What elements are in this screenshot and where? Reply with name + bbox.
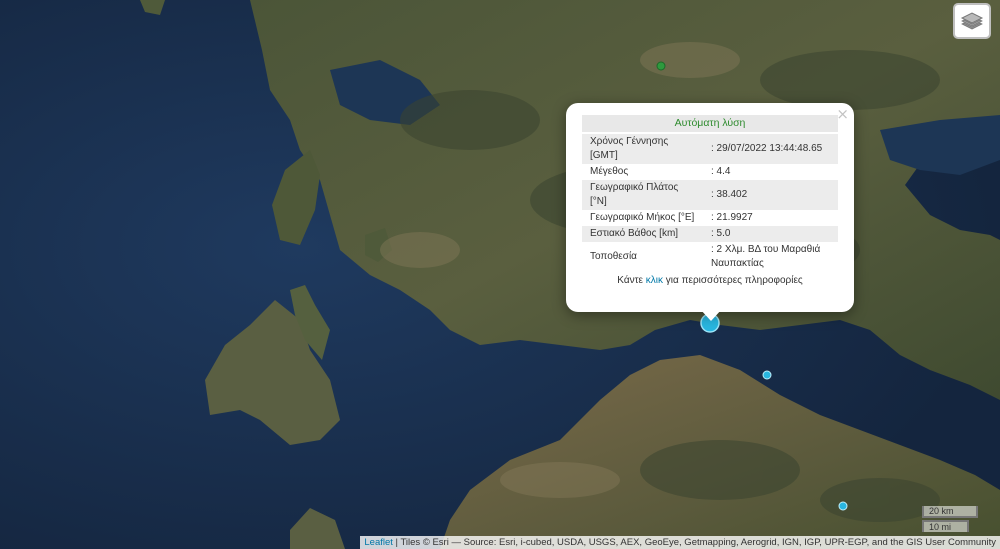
detail-value: : 2 Χλμ. ΒΔ του Μαραθιά Ναυπακτίας [711, 244, 821, 269]
detail-value: : 5.0 [703, 226, 838, 242]
detail-value: : 4.4 [711, 166, 731, 177]
leaflet-link[interactable]: Leaflet [364, 537, 393, 548]
detail-value: : 29/07/2022 13:44:48.65 [703, 134, 838, 164]
attribution-text: | Tiles © Esri — Source: Esri, i-cubed, … [392, 537, 996, 548]
event-details-table: Χρόνος Γέννησης [GMT] : 29/07/2022 13:44… [582, 134, 838, 272]
more-info-prefix: Κάντε [617, 275, 646, 286]
close-icon[interactable]: × [836, 105, 849, 123]
detail-row-location: Τοποθεσία : 2 Χλμ. ΒΔ του Μαραθιά Ναυπακ… [582, 242, 838, 272]
popup-content: Αυτόματη λύση Χρόνος Γέννησης [GMT] : 29… [582, 115, 838, 286]
detail-value: : 38.402 [703, 180, 838, 210]
detail-row-longitude: Γεωγραφικό Μήκος [°E] : 21.9927 [582, 210, 838, 226]
more-info-suffix: για περισσότερες πληροφορίες [663, 275, 803, 286]
earthquake-popup: × Αυτόματη λύση Χρόνος Γέννησης [GMT] : … [566, 103, 854, 312]
detail-label: Εστιακό Βάθος [km] [582, 226, 703, 242]
detail-label: Μέγεθος [590, 166, 629, 177]
detail-label: Τοποθεσία [590, 251, 637, 262]
detail-value: : 21.9927 [711, 212, 753, 223]
more-info-text: Κάντε κλικ για περισσότερες πληροφορίες [582, 275, 838, 286]
detail-row-magnitude: Μέγεθος : 4.4 [582, 164, 838, 180]
scale-bar-km: 20 km [922, 506, 978, 518]
earthquake-marker-old[interactable] [656, 61, 666, 71]
detail-label: Γεωγραφικό Πλάτος [°N] [582, 180, 703, 210]
detail-row-depth: Εστιακό Βάθος [km] : 5.0 [582, 226, 838, 242]
more-info-link[interactable]: κλικ [646, 275, 663, 286]
detail-row-origin-time: Χρόνος Γέννησης [GMT] : 29/07/2022 13:44… [582, 134, 838, 164]
detail-label: Χρόνος Γέννησης [GMT] [582, 134, 703, 164]
earthquake-marker[interactable] [838, 501, 848, 511]
popup-title: Αυτόματη λύση [582, 115, 838, 132]
layers-control-button[interactable] [953, 3, 991, 39]
map-attribution: Leaflet | Tiles © Esri — Source: Esri, i… [360, 536, 1000, 549]
layers-icon [960, 12, 984, 30]
popup-tip [700, 309, 722, 321]
scale-bar-mi: 10 mi [922, 520, 969, 532]
detail-label: Γεωγραφικό Μήκος [°E] [590, 212, 695, 223]
earthquake-marker[interactable] [762, 370, 772, 380]
detail-row-latitude: Γεωγραφικό Πλάτος [°N] : 38.402 [582, 180, 838, 210]
